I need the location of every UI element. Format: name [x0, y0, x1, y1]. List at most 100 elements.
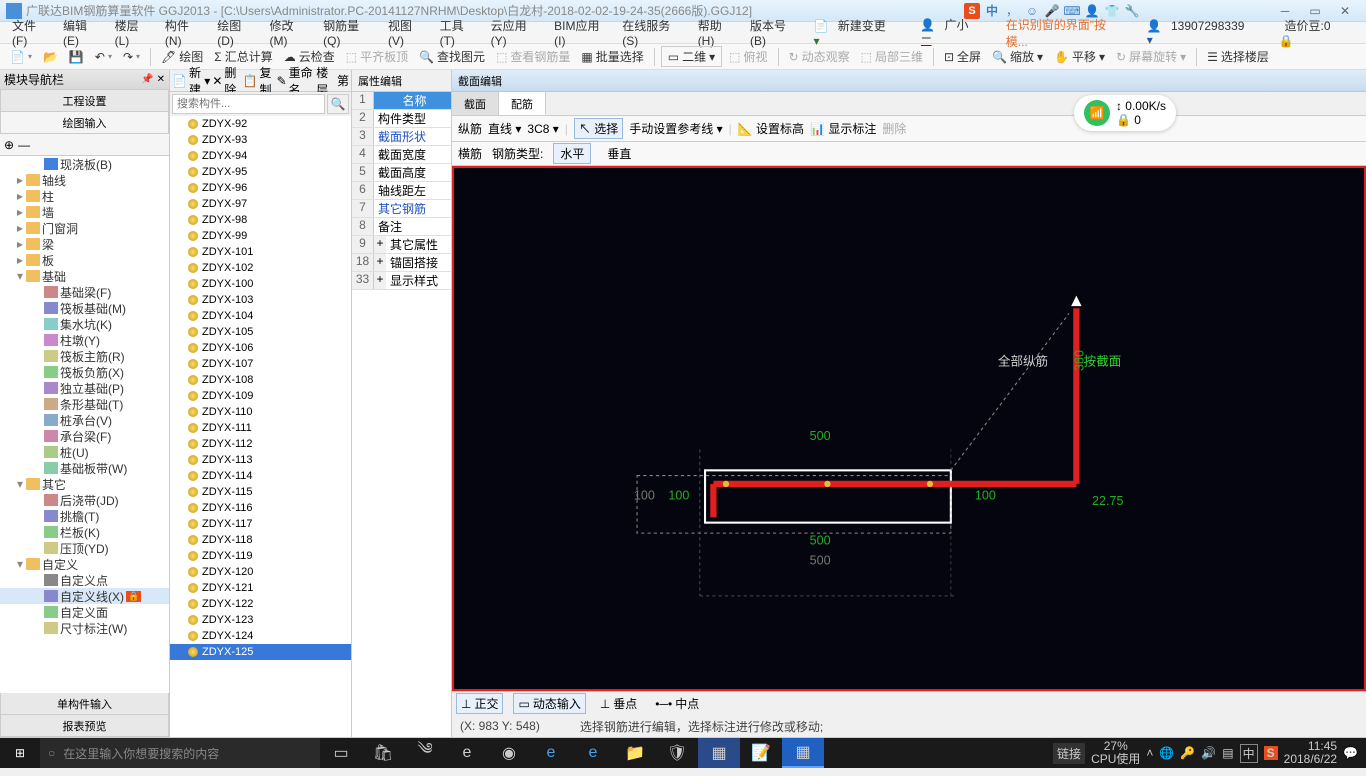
tree-item[interactable]: ▸轴线	[0, 172, 169, 188]
tree-item[interactable]: 集水坑(K)	[0, 316, 169, 332]
cpu-meter[interactable]: 27%CPU使用	[1091, 740, 1140, 766]
property-row[interactable]: 8备注	[352, 218, 451, 236]
mid-snap-button[interactable]: •─• 中点	[651, 694, 703, 713]
property-row[interactable]: 5截面高度	[352, 164, 451, 182]
tab-rebar[interactable]: 配筋	[499, 92, 546, 115]
tree-item[interactable]: ▸门窗洞	[0, 220, 169, 236]
tree-item[interactable]: 尺寸标注(W)	[0, 620, 169, 636]
component-item[interactable]: ZDYX-96	[170, 180, 351, 196]
2d-select[interactable]: ▭ 二维 ▾	[661, 46, 722, 67]
search-button[interactable]: 🔍	[327, 94, 349, 114]
tab-single-input[interactable]: 单构件输入	[0, 693, 169, 715]
vertical-button[interactable]: 垂直	[601, 144, 637, 163]
component-item[interactable]: ZDYX-125	[170, 644, 351, 660]
nav-icon1[interactable]: ⊕	[4, 138, 14, 152]
component-item[interactable]: ZDYX-98	[170, 212, 351, 228]
component-item[interactable]: ZDYX-94	[170, 148, 351, 164]
select-button[interactable]: ↖ 选择	[574, 118, 623, 139]
tree-item[interactable]: 独立基础(P)	[0, 380, 169, 396]
menu-modify[interactable]: 修改(M)	[264, 17, 318, 48]
tree-item[interactable]: ▸柱	[0, 188, 169, 204]
app2-icon[interactable]: 📝	[740, 738, 782, 768]
component-item[interactable]: ZDYX-100	[170, 276, 351, 292]
menu-draw[interactable]: 绘图(D)	[211, 17, 263, 48]
tree-item[interactable]: ▸梁	[0, 236, 169, 252]
component-item[interactable]: ZDYX-110	[170, 404, 351, 420]
rebar-spec-select[interactable]: 3C8 ▾	[527, 122, 558, 136]
menu-online[interactable]: 在线服务(S)	[616, 17, 691, 48]
component-item[interactable]: ZDYX-121	[170, 580, 351, 596]
app1-icon[interactable]: ▦	[698, 738, 740, 768]
component-item[interactable]: ZDYX-103	[170, 292, 351, 308]
swirl-icon[interactable]: ༄	[404, 738, 446, 768]
component-item[interactable]: ZDYX-116	[170, 500, 351, 516]
horizontal-button[interactable]: 水平	[553, 143, 591, 164]
find-button[interactable]: 🔍 查找图元	[415, 46, 489, 67]
user-label[interactable]: 👤 广小二	[914, 16, 992, 50]
component-item[interactable]: ZDYX-115	[170, 484, 351, 500]
menu-floor[interactable]: 楼层(L)	[109, 17, 159, 48]
new-change-button[interactable]: 📄 新建变更 ▾	[808, 17, 907, 48]
component-item[interactable]: ZDYX-114	[170, 468, 351, 484]
canvas-view[interactable]: 500 100 100 100 500 500 22.75 380 全部纵筋	[452, 166, 1366, 691]
component-item[interactable]: ZDYX-124	[170, 628, 351, 644]
property-row[interactable]: 6轴线距左	[352, 182, 451, 200]
menu-tools[interactable]: 工具(T)	[434, 17, 485, 48]
menu-help[interactable]: 帮助(H)	[692, 17, 744, 48]
tray-up-icon[interactable]: ˄	[1146, 746, 1153, 760]
component-item[interactable]: ZDYX-104	[170, 308, 351, 324]
tree-item[interactable]: 筏板基础(M)	[0, 300, 169, 316]
ie2-icon[interactable]: e	[572, 738, 614, 768]
phone-label[interactable]: 👤 13907298339 ▾	[1141, 19, 1265, 47]
tray-key-icon[interactable]: 🔑	[1180, 746, 1195, 760]
property-row[interactable]: 18+锚固搭接	[352, 254, 451, 272]
menu-edit[interactable]: 编辑(E)	[57, 17, 109, 48]
menu-rebar[interactable]: 钢筋量(Q)	[317, 17, 382, 48]
undo-icon[interactable]: ↶▾	[91, 48, 116, 66]
nav-tree[interactable]: 现浇板(B)▸轴线▸柱▸墙▸门窗洞▸梁▸板▾基础基础梁(F)筏板基础(M)集水坑…	[0, 156, 169, 693]
tree-item[interactable]: 基础梁(F)	[0, 284, 169, 300]
tray-link[interactable]: 链接	[1053, 743, 1085, 764]
property-row[interactable]: 33+显示样式	[352, 272, 451, 290]
component-item[interactable]: ZDYX-118	[170, 532, 351, 548]
tree-item[interactable]: 桩承台(V)	[0, 412, 169, 428]
tray-db-icon[interactable]: ▤	[1222, 746, 1233, 760]
tray-net-icon[interactable]: 🌐	[1159, 746, 1174, 760]
component-item[interactable]: ZDYX-120	[170, 564, 351, 580]
component-item[interactable]: ZDYX-106	[170, 340, 351, 356]
chrome-icon[interactable]: ◉	[488, 738, 530, 768]
line-type-select[interactable]: 直线 ▾	[488, 120, 521, 137]
explorer-icon[interactable]: 📁	[614, 738, 656, 768]
tree-item[interactable]: 条形基础(T)	[0, 396, 169, 412]
dynamic-input-button[interactable]: ▭ 动态输入	[513, 693, 585, 714]
zoom-button[interactable]: 🔍 缩放 ▾	[988, 46, 1047, 67]
nav-icon2[interactable]: —	[18, 138, 30, 152]
component-item[interactable]: ZDYX-122	[170, 596, 351, 612]
perp-snap-button[interactable]: ⊥ 垂点	[596, 694, 641, 713]
menu-version[interactable]: 版本号(B)	[744, 17, 808, 48]
tray-ime-icon[interactable]: 中	[1240, 744, 1258, 763]
property-row[interactable]: 3截面形状	[352, 128, 451, 146]
ie-icon[interactable]: e	[530, 738, 572, 768]
component-item[interactable]: ZDYX-119	[170, 548, 351, 564]
tree-item[interactable]: 现浇板(B)	[0, 156, 169, 172]
component-item[interactable]: ZDYX-92	[170, 116, 351, 132]
property-row[interactable]: 2构件类型	[352, 110, 451, 128]
tree-item[interactable]: 基础板带(W)	[0, 460, 169, 476]
component-item[interactable]: ZDYX-101	[170, 244, 351, 260]
view-rebar-button[interactable]: ⬚ 查看钢筋量	[492, 46, 574, 67]
topview-button[interactable]: ⬚ 俯视	[725, 46, 771, 67]
component-item[interactable]: ZDYX-102	[170, 260, 351, 276]
property-grid[interactable]: 1名称2构件类型3截面形状4截面宽度5截面高度6轴线距左7其它钢筋8备注9+其它…	[352, 92, 451, 737]
open-icon[interactable]: 📂	[39, 48, 62, 66]
save-icon[interactable]: 💾	[65, 48, 88, 66]
component-item[interactable]: ZDYX-111	[170, 420, 351, 436]
tray-notif-icon[interactable]: 💬	[1343, 746, 1358, 760]
menu-bim[interactable]: BIM应用(I)	[548, 17, 616, 48]
ortho-button[interactable]: ⊥ 正交	[456, 693, 503, 714]
tray-clock[interactable]: 11:452018/6/22	[1284, 740, 1337, 766]
redo-icon[interactable]: ↷▾	[119, 48, 144, 66]
manual-ref-button[interactable]: 手动设置参考线 ▾	[629, 120, 722, 137]
network-indicator[interactable]: 📶 ↕ 0.00K/s 🔒 0	[1074, 95, 1176, 131]
tab-draw-input[interactable]: 绘图输入	[0, 112, 169, 134]
